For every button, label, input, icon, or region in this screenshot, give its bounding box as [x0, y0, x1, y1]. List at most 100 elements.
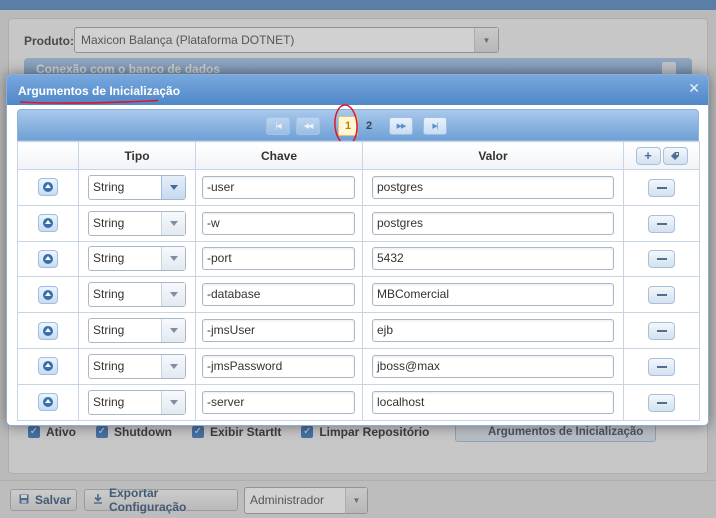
- chave-input[interactable]: -jmsUser: [202, 319, 355, 343]
- tipo-select[interactable]: String: [88, 246, 186, 272]
- tipo-select-value: String: [93, 394, 125, 409]
- chave-cell: -server: [195, 383, 363, 421]
- tipo-cell: String: [78, 276, 196, 314]
- page-2-button[interactable]: 2: [359, 116, 379, 136]
- table-row: String -port 5432: [17, 240, 700, 278]
- minus-icon: [656, 401, 667, 404]
- minus-icon: [656, 222, 667, 225]
- last-page-button[interactable]: ▶|: [423, 117, 447, 135]
- chave-input[interactable]: -jmsPassword: [202, 354, 355, 378]
- move-cell: [17, 312, 79, 349]
- column-header-chave: Chave: [195, 141, 363, 170]
- chave-cell: -database: [195, 276, 363, 314]
- prev-page-button[interactable]: ◀◀: [296, 117, 320, 135]
- actions-cell: [623, 240, 700, 278]
- tipo-select[interactable]: String: [88, 210, 186, 236]
- remove-row-button[interactable]: [648, 214, 675, 233]
- dialog-title: Argumentos de Inicialização: [18, 84, 181, 98]
- valor-input[interactable]: postgres: [372, 175, 614, 199]
- valor-input[interactable]: MBComercial: [372, 283, 614, 307]
- chevron-down-icon[interactable]: [161, 319, 185, 343]
- remove-row-button[interactable]: [648, 286, 675, 305]
- table-row: String -jmsUser ejb: [17, 312, 700, 349]
- valor-input[interactable]: 5432: [372, 247, 614, 271]
- table-row: String -jmsPassword jboss@max: [17, 347, 700, 385]
- chave-cell: -user: [195, 169, 363, 206]
- red-underline-annotation: [19, 99, 159, 104]
- chave-cell: -port: [195, 240, 363, 278]
- chevron-down-icon[interactable]: [161, 390, 185, 414]
- chave-cell: -jmsPassword: [195, 347, 363, 385]
- tipo-cell: String: [78, 204, 196, 242]
- move-up-icon[interactable]: [38, 321, 58, 340]
- move-column-header: [17, 141, 79, 170]
- move-cell: [17, 276, 79, 314]
- minus-icon: [656, 294, 667, 297]
- valor-input[interactable]: localhost: [372, 390, 614, 414]
- tipo-select-value: String: [93, 179, 125, 194]
- minus-icon: [656, 330, 667, 333]
- move-up-icon[interactable]: [38, 285, 58, 304]
- table-row: String -server localhost: [17, 383, 700, 421]
- tipo-select[interactable]: String: [88, 282, 186, 308]
- tipo-select-value: String: [93, 358, 125, 373]
- chevron-down-icon[interactable]: [161, 247, 185, 271]
- valor-input[interactable]: ejb: [372, 319, 614, 343]
- first-page-button[interactable]: |◀: [266, 117, 290, 135]
- chevron-down-icon[interactable]: [161, 211, 185, 235]
- chave-input[interactable]: -user: [202, 175, 355, 199]
- valor-input[interactable]: postgres: [372, 211, 614, 235]
- table-header-row: Tipo Chave Valor +: [17, 141, 700, 170]
- valor-cell: postgres: [362, 204, 624, 242]
- move-cell: [17, 204, 79, 242]
- next-page-button[interactable]: ▶▶: [389, 117, 413, 135]
- valor-cell: 5432: [362, 240, 624, 278]
- chevron-down-icon[interactable]: [161, 175, 185, 199]
- move-up-icon[interactable]: [38, 393, 58, 412]
- column-header-valor: Valor: [362, 141, 624, 170]
- actions-cell: [623, 347, 700, 385]
- tipo-cell: String: [78, 240, 196, 278]
- remove-row-button[interactable]: [648, 357, 675, 376]
- remove-row-button[interactable]: [648, 178, 675, 197]
- tipo-select-value: String: [93, 287, 125, 302]
- startup-args-dialog: Argumentos de Inicialização ✕ |◀ ◀◀ 1 2 …: [6, 74, 709, 426]
- tipo-select[interactable]: String: [88, 353, 186, 379]
- valor-cell: postgres: [362, 169, 624, 206]
- table-row: String -user postgres: [17, 169, 700, 206]
- chave-input[interactable]: -server: [202, 390, 355, 414]
- valor-cell: jboss@max: [362, 347, 624, 385]
- chave-input[interactable]: -w: [202, 211, 355, 235]
- chevron-down-icon[interactable]: [161, 283, 185, 307]
- chevron-down-icon[interactable]: [161, 354, 185, 378]
- tipo-cell: String: [78, 312, 196, 349]
- table-row: String -database MBComercial: [17, 276, 700, 314]
- move-cell: [17, 240, 79, 278]
- move-up-icon[interactable]: [38, 249, 58, 268]
- args-table: Tipo Chave Valor + String -user postgres…: [17, 141, 700, 421]
- minus-icon: [656, 186, 667, 189]
- tipo-cell: String: [78, 383, 196, 421]
- tipo-cell: String: [78, 347, 196, 385]
- close-icon[interactable]: ✕: [688, 81, 700, 95]
- tag-icon[interactable]: [662, 146, 688, 165]
- chave-input[interactable]: -port: [202, 247, 355, 271]
- tipo-select[interactable]: String: [88, 389, 186, 415]
- move-up-icon[interactable]: [38, 357, 58, 376]
- tipo-select[interactable]: String: [88, 174, 186, 200]
- actions-cell: [623, 204, 700, 242]
- valor-input[interactable]: jboss@max: [372, 354, 614, 378]
- add-row-button[interactable]: +: [635, 146, 661, 165]
- minus-icon: [656, 365, 667, 368]
- tipo-select[interactable]: String: [88, 318, 186, 344]
- move-cell: [17, 169, 79, 206]
- move-cell: [17, 347, 79, 385]
- column-header-tipo: Tipo: [78, 141, 196, 170]
- move-up-icon[interactable]: [38, 178, 58, 197]
- move-up-icon[interactable]: [38, 214, 58, 233]
- remove-row-button[interactable]: [648, 250, 675, 269]
- remove-row-button[interactable]: [648, 322, 675, 341]
- tipo-select-value: String: [93, 215, 125, 230]
- chave-input[interactable]: -database: [202, 283, 355, 307]
- remove-row-button[interactable]: [648, 393, 675, 412]
